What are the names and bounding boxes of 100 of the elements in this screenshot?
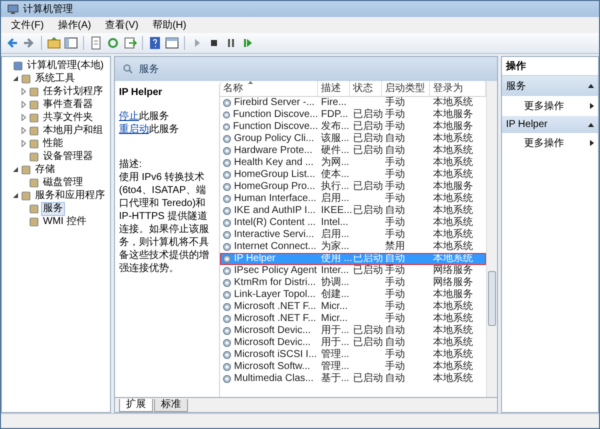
- collapsed-arrow-icon[interactable]: [20, 114, 27, 121]
- forward-arrow-icon[interactable]: [22, 36, 36, 50]
- export-icon[interactable]: [123, 36, 137, 50]
- table-cell: 本地服务: [433, 121, 473, 132]
- service-row[interactable]: Interactive Servi... 启用... 手动 本地系统: [220, 229, 486, 241]
- node-icon: [29, 86, 39, 96]
- service-action-line: 停止此服务: [119, 110, 170, 123]
- expanded-arrow-icon[interactable]: [12, 75, 19, 82]
- table-cell: 网络服务: [433, 277, 473, 288]
- service-row[interactable]: Microsoft Devic... 用于... 已启动 自动 本地系统: [220, 337, 486, 349]
- node-icon: [21, 74, 31, 84]
- window-icon[interactable]: [165, 36, 179, 50]
- collapse-caret-icon[interactable]: [588, 122, 594, 126]
- tab[interactable]: 扩展: [119, 399, 153, 412]
- table-cell: 手动: [385, 181, 405, 192]
- table-cell: 本地服务: [433, 109, 473, 120]
- service-row[interactable]: IPsec Policy Agent Inter... 已启动 手动 网络服务: [220, 265, 486, 277]
- tree-item[interactable]: 任务计划程序: [41, 86, 105, 98]
- table-cell: 硬件...: [321, 145, 350, 156]
- service-row[interactable]: Intel(R) Content ... Intel... 手动 本地系统: [220, 217, 486, 229]
- column-header[interactable]: 描述: [318, 81, 350, 96]
- service-row[interactable]: Human Interface... 启用... 手动 本地系统: [220, 193, 486, 205]
- service-action-link[interactable]: 重启动: [119, 124, 149, 135]
- table-cell: 自动: [385, 145, 405, 156]
- collapsed-arrow-icon[interactable]: [20, 88, 27, 95]
- table-cell: Microsoft Devic...: [234, 337, 311, 349]
- menu-item[interactable]: 操作(A): [52, 17, 98, 33]
- menu-item[interactable]: 查看(V): [99, 17, 144, 33]
- table-cell: 本地服务: [433, 289, 473, 300]
- service-row[interactable]: IKE and AuthIP I... IKEE...已启动 自动 本地系统: [220, 205, 486, 217]
- service-row[interactable]: Microsoft .NET F... Micr... 手动 本地系统: [220, 301, 486, 313]
- table-cell: 已启动: [353, 181, 383, 192]
- service-row[interactable]: Microsoft .NET F... Micr... 手动 本地系统: [220, 313, 486, 325]
- folder-icon[interactable]: [47, 36, 61, 50]
- table-cell: Multimedia Clas...: [234, 373, 314, 385]
- collapsed-arrow-icon[interactable]: [20, 127, 27, 134]
- service-row[interactable]: Internet Connect... 为家... 禁用 本地系统: [220, 241, 486, 253]
- menu-item[interactable]: 文件(F): [5, 17, 50, 33]
- tree-item[interactable]: 本地用户和组: [41, 124, 105, 136]
- service-action-link[interactable]: 停止: [119, 111, 139, 122]
- table-cell: 基于...: [321, 373, 350, 384]
- help-icon[interactable]: [148, 36, 162, 50]
- table-cell: 本地系统: [433, 217, 473, 228]
- service-row[interactable]: HomeGroup Pro... 执行... 已启动 手动 本地服务: [220, 181, 486, 193]
- table-cell: 已启动: [353, 145, 383, 156]
- expanded-arrow-icon[interactable]: [12, 192, 19, 199]
- service-row[interactable]: Microsoft Softw... 管理... 手动 本地系统: [220, 361, 486, 373]
- tree-item[interactable]: 服务: [41, 202, 65, 216]
- refresh-icon[interactable]: [106, 36, 120, 50]
- tree-item[interactable]: 存储: [33, 164, 57, 176]
- tree-item[interactable]: 磁盘管理: [41, 176, 85, 188]
- service-row[interactable]: Group Policy Cli... 该服... 已启动 自动 本地系统: [220, 133, 486, 145]
- service-row[interactable]: Firebird Server -... Fire... 手动 本地系统: [220, 97, 486, 109]
- menu-item[interactable]: 帮助(H): [146, 17, 192, 33]
- tree-item[interactable]: 事件查看器: [41, 98, 95, 110]
- service-row[interactable]: Hardware Prote... 硬件... 已启动 自动 本地系统: [220, 145, 486, 157]
- tree-item[interactable]: 系统工具: [33, 72, 77, 84]
- tree-item[interactable]: 共享文件夹: [41, 112, 95, 124]
- service-row[interactable]: Health Key and ... 为网... 手动 本地系统: [220, 157, 486, 169]
- tree-item[interactable]: 计算机管理(本地): [25, 60, 106, 72]
- table-cell: 手动: [385, 193, 405, 204]
- collapsed-arrow-icon[interactable]: [20, 140, 27, 147]
- table-cell: 已启动: [353, 109, 383, 120]
- node-icon: [21, 190, 31, 200]
- tab[interactable]: 标准: [154, 399, 188, 412]
- column-header[interactable]: 状态: [350, 81, 382, 96]
- table-cell: 手动: [385, 313, 405, 324]
- service-row[interactable]: Function Discove... FDP... 已启动 手动 本地服务: [220, 109, 486, 121]
- table-cell: 为网...: [321, 157, 350, 168]
- node-icon: [13, 60, 23, 70]
- tree-item[interactable]: 服务和应用程序: [33, 190, 107, 202]
- node-icon: [29, 152, 39, 162]
- back-arrow-icon[interactable]: [5, 36, 19, 50]
- scrollbar[interactable]: [486, 81, 497, 397]
- service-row[interactable]: Multimedia Clas... 基于... 已启动 自动 本地系统: [220, 373, 486, 385]
- table-cell: Internet Connect...: [234, 241, 316, 253]
- table-cell: 手动: [385, 277, 405, 288]
- action-item[interactable]: 更多操作: [524, 99, 564, 113]
- column-header[interactable]: 名称: [220, 81, 318, 96]
- document-icon[interactable]: [89, 36, 103, 50]
- service-row[interactable]: Link-Layer Topol... 创建... 手动 本地服务: [220, 289, 486, 301]
- table-cell: 手动: [385, 229, 405, 240]
- section-title: 服务: [506, 80, 526, 93]
- collapsed-arrow-icon[interactable]: [20, 101, 27, 108]
- table-cell: 本地系统: [433, 193, 473, 204]
- tree-item[interactable]: 性能: [41, 138, 65, 150]
- panel-icon[interactable]: [64, 36, 78, 50]
- table-cell: 自动: [385, 337, 405, 348]
- table-cell: 本地系统: [433, 373, 473, 384]
- column-header[interactable]: 启动类型: [382, 81, 430, 96]
- tree-item[interactable]: WMI 控件: [41, 216, 88, 228]
- service-row[interactable]: KtmRm for Distri... 协调... 手动 网络服务: [220, 277, 486, 289]
- expanded-arrow-icon[interactable]: [12, 166, 19, 173]
- service-row[interactable]: Microsoft Devic... 用于... 已启动 自动 本地系统: [220, 325, 486, 337]
- action-item[interactable]: 更多操作: [524, 136, 564, 150]
- service-row[interactable]: HomeGroup List... 使本... 手动 本地系统: [220, 169, 486, 181]
- service-row[interactable]: Function Discove... 发布... 已启动 手动 本地服务: [220, 121, 486, 133]
- collapse-caret-icon[interactable]: [588, 84, 594, 88]
- tree-item[interactable]: 设备管理器: [41, 150, 95, 162]
- service-row[interactable]: Microsoft iSCSI I... 管理... 手动 本地系统: [220, 349, 486, 361]
